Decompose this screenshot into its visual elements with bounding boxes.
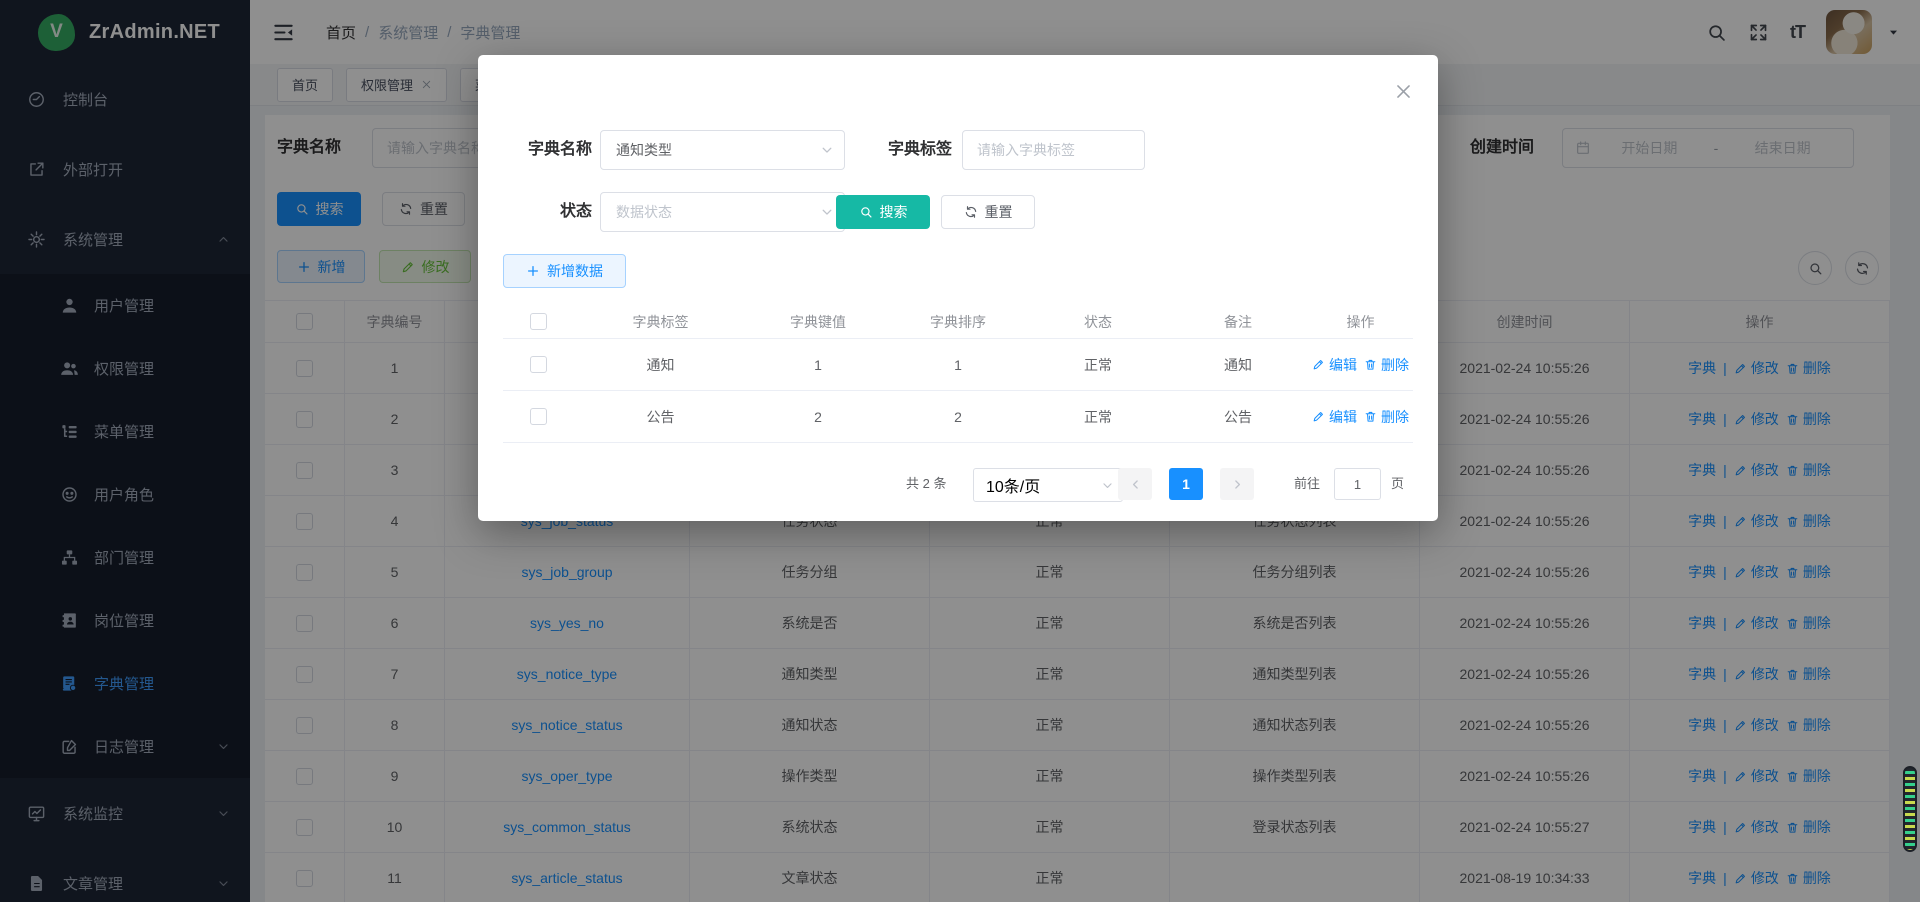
select-all-checkbox[interactable] — [530, 313, 547, 330]
row-checkbox-cell — [503, 339, 573, 391]
row-checkbox[interactable] — [530, 356, 547, 373]
cell-operations: 编辑 删除 — [1308, 391, 1413, 443]
row-checkbox-cell — [503, 391, 573, 443]
modal-search-button[interactable]: 搜索 — [836, 195, 930, 229]
cell-dict-label: 通知 — [573, 339, 748, 391]
refresh-icon — [964, 205, 978, 219]
cell-dict-label: 公告 — [573, 391, 748, 443]
header-checkbox-cell — [503, 305, 573, 339]
pagination-prev-button[interactable] — [1118, 468, 1152, 500]
pagination-goto-label: 前往 — [1294, 468, 1320, 500]
pencil-icon — [1312, 358, 1325, 371]
plus-icon — [526, 264, 540, 278]
modal-status-select[interactable]: 数据状态 — [600, 192, 845, 232]
pagination-goto-input[interactable] — [1334, 468, 1381, 500]
modal-dict-name-label: 字典名称 — [503, 130, 592, 170]
chevron-down-icon — [820, 143, 834, 157]
modal-table-row: 公告 2 2 正常 公告 编辑 删除 — [503, 391, 1413, 443]
cell-status: 正常 — [1028, 391, 1168, 443]
pagination-page-1-button[interactable]: 1 — [1169, 468, 1203, 500]
close-icon[interactable] — [1394, 82, 1413, 101]
modal-reset-button[interactable]: 重置 — [941, 195, 1035, 229]
header-dict-label: 字典标签 — [573, 305, 748, 339]
header-remark: 备注 — [1168, 305, 1308, 339]
modal-table-row: 通知 1 1 正常 通知 编辑 删除 — [503, 339, 1413, 391]
modal-status-label: 状态 — [503, 192, 592, 232]
cell-status: 正常 — [1028, 339, 1168, 391]
cell-dict-value: 2 — [748, 391, 888, 443]
pagination-page-size-select[interactable]: 10条/页 — [973, 468, 1123, 502]
pagination-total: 共 2 条 — [906, 468, 946, 500]
trash-icon — [1364, 358, 1377, 371]
chevron-down-icon — [820, 205, 834, 219]
modal-dict-label-input[interactable] — [962, 130, 1145, 170]
app-root: V ZrAdmin.NET 控制台 外部打开 — [0, 0, 1920, 902]
modal-dict-data-table: 字典标签 字典键值 字典排序 状态 备注 操作 通知 1 1 正常 通知 — [503, 305, 1413, 443]
chevron-left-icon — [1129, 478, 1142, 491]
modal-add-data-button[interactable]: 新增数据 — [503, 254, 626, 288]
search-icon — [859, 205, 873, 219]
row-edit-link[interactable]: 编辑 — [1312, 407, 1357, 427]
cell-remark: 公告 — [1168, 391, 1308, 443]
row-delete-link[interactable]: 删除 — [1364, 407, 1409, 427]
trash-icon — [1364, 410, 1377, 423]
modal-table-header-row: 字典标签 字典键值 字典排序 状态 备注 操作 — [503, 305, 1413, 339]
modal-dict-label-label: 字典标签 — [848, 130, 952, 170]
row-delete-link[interactable]: 删除 — [1364, 355, 1409, 375]
row-edit-link[interactable]: 编辑 — [1312, 355, 1357, 375]
cell-operations: 编辑 删除 — [1308, 339, 1413, 391]
pagination-page-unit: 页 — [1391, 468, 1404, 500]
pagination-next-button[interactable] — [1220, 468, 1254, 500]
cell-dict-sort: 1 — [888, 339, 1028, 391]
cell-dict-value: 1 — [748, 339, 888, 391]
cell-remark: 通知 — [1168, 339, 1308, 391]
cell-dict-sort: 2 — [888, 391, 1028, 443]
row-checkbox[interactable] — [530, 408, 547, 425]
scrollbar-thumb-artifact[interactable] — [1903, 766, 1917, 852]
pencil-icon — [1312, 410, 1325, 423]
dict-data-modal: 字典名称 通知类型 字典标签 状态 数据状态 搜索 重置 新增数据 字典标签 — [478, 55, 1438, 521]
header-status: 状态 — [1028, 305, 1168, 339]
header-operations: 操作 — [1308, 305, 1413, 339]
chevron-right-icon — [1231, 478, 1244, 491]
modal-dict-name-select[interactable]: 通知类型 — [600, 130, 845, 170]
header-dict-sort: 字典排序 — [888, 305, 1028, 339]
chevron-down-icon — [1101, 479, 1114, 492]
header-dict-value: 字典键值 — [748, 305, 888, 339]
